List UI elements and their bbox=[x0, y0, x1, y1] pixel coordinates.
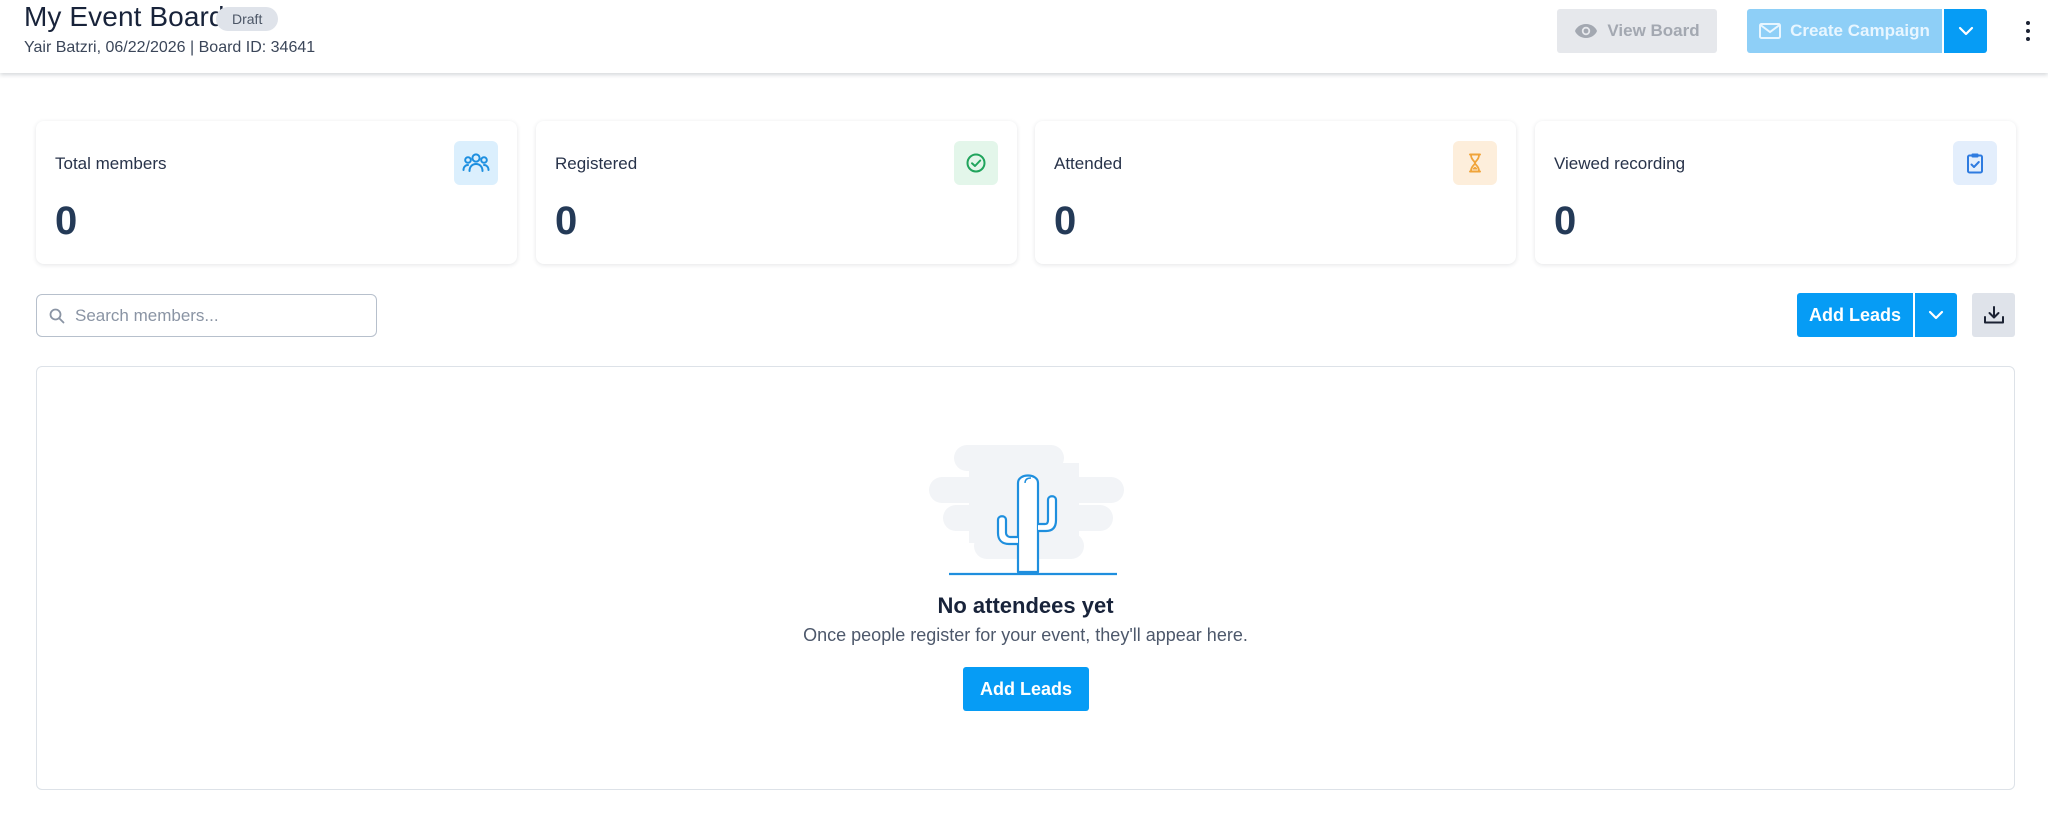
create-campaign-dropdown-button[interactable] bbox=[1944, 9, 1987, 53]
stat-label: Viewed recording bbox=[1554, 154, 1686, 173]
create-campaign-label: Create Campaign bbox=[1790, 21, 1930, 40]
status-badge: Draft bbox=[216, 7, 279, 31]
create-campaign-button[interactable]: Create Campaign bbox=[1747, 9, 1942, 53]
stat-label: Registered bbox=[555, 154, 638, 173]
members-list-panel: No attendees yet Once people register fo… bbox=[36, 366, 2015, 790]
page-title: My Event Board bbox=[24, 1, 225, 32]
search-input[interactable] bbox=[75, 305, 355, 326]
stat-label: Total members bbox=[55, 154, 167, 173]
stat-card-total-members: Total members 0 bbox=[36, 121, 517, 264]
add-leads-empty-button[interactable]: Add Leads bbox=[963, 667, 1089, 711]
eye-icon bbox=[1575, 24, 1598, 38]
hourglass-icon bbox=[1453, 141, 1497, 185]
search-icon bbox=[49, 308, 65, 323]
cactus-icon bbox=[929, 445, 1124, 576]
empty-state-subtitle: Once people register for your event, the… bbox=[803, 625, 1248, 645]
stat-value: 0 bbox=[555, 199, 578, 243]
page-header: My Event Board Draft Yair Batzri, 06/22/… bbox=[0, 0, 2048, 73]
clipboard-check-icon bbox=[1953, 141, 1997, 185]
members-icon bbox=[454, 141, 498, 185]
chevron-down-icon bbox=[1928, 310, 1944, 320]
download-button[interactable] bbox=[1972, 293, 2015, 337]
view-board-button[interactable]: View Board bbox=[1557, 9, 1717, 53]
download-icon bbox=[1983, 306, 2004, 324]
view-board-label: View Board bbox=[1607, 21, 1700, 40]
chevron-down-icon bbox=[1958, 26, 1973, 36]
empty-state-title: No attendees yet bbox=[937, 593, 1114, 618]
stat-label: Attended bbox=[1054, 154, 1123, 173]
stat-card-attended: Attended 0 bbox=[1035, 121, 1516, 264]
check-circle-icon bbox=[954, 141, 998, 185]
more-options-icon[interactable] bbox=[2018, 16, 2038, 46]
search-field[interactable] bbox=[36, 294, 377, 337]
stat-card-viewed-recording: Viewed recording 0 bbox=[1535, 121, 2016, 264]
stat-value: 0 bbox=[1054, 199, 1077, 243]
add-leads-button[interactable]: Add Leads bbox=[1797, 293, 1913, 337]
board-meta: Yair Batzri, 06/22/2026 | Board ID: 3464… bbox=[24, 39, 316, 56]
stat-value: 0 bbox=[1554, 199, 1577, 243]
envelope-icon bbox=[1759, 23, 1782, 39]
stat-card-registered: Registered 0 bbox=[536, 121, 1017, 264]
stat-value: 0 bbox=[55, 199, 78, 243]
add-leads-dropdown-button[interactable] bbox=[1915, 293, 1957, 337]
